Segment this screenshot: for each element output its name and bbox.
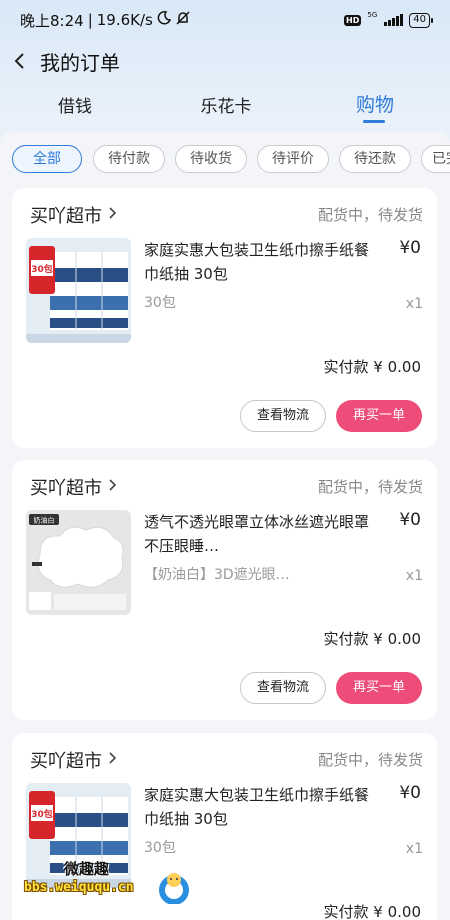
shop-name: 买吖超市 [30, 478, 102, 499]
chevron-right-icon [108, 479, 117, 495]
thumb-label: 30包 [31, 808, 53, 820]
status-right: HD 5G 40 [344, 10, 433, 28]
product-price: ¥0 [399, 510, 421, 530]
status-bar: 晚上8:24 | 19.6K/s HD 5G 40 [0, 0, 450, 40]
filter-pending-review[interactable]: 待评价 [257, 145, 329, 173]
order-status: 配货中，待发货 [317, 478, 423, 496]
shop-name: 买吖超市 [30, 751, 102, 772]
product-image[interactable]: 30包 [26, 238, 131, 343]
filter-completed[interactable]: 已完 [421, 145, 450, 173]
product-quantity: x1 [405, 568, 423, 584]
watermark: 微趣趣 bbs.weiququ.cn [16, 856, 196, 906]
signal-icon [384, 14, 404, 26]
battery-icon: 40 [409, 12, 433, 28]
paid-amount: 实付款 ¥ 0.00 [323, 630, 421, 648]
view-logistics-button[interactable]: 查看物流 [240, 400, 326, 432]
watermark-url: bbs.weiququ.cn [24, 880, 134, 895]
filter-pending-receipt[interactable]: 待收货 [175, 145, 247, 173]
tab-shopping[interactable]: 购物 [352, 90, 398, 117]
shop-link[interactable]: 买吖超市 [30, 747, 117, 773]
product-quantity: x1 [405, 296, 423, 312]
network-label: 5G [367, 10, 378, 19]
active-tab-indicator [363, 120, 385, 123]
shop-link[interactable]: 买吖超市 [30, 202, 117, 228]
tab-lehua-card[interactable]: 乐花卡 [196, 92, 256, 117]
status-separator: | [87, 11, 93, 29]
thumb-label: 奶油白 [34, 516, 55, 525]
product-spec: 30包 [144, 295, 176, 311]
filter-all[interactable]: 全部 [12, 145, 82, 173]
hd-badge: HD [344, 14, 362, 26]
chevron-right-icon [108, 752, 117, 768]
chevron-right-icon [108, 207, 117, 223]
filter-row: 全部 待付款 待收货 待评价 待还款 已完 [0, 145, 450, 173]
buy-again-button[interactable]: 再买一单 [336, 672, 422, 704]
order-status: 配货中，待发货 [317, 751, 423, 769]
page-title: 我的订单 [40, 50, 120, 75]
shop-link[interactable]: 买吖超市 [30, 474, 117, 500]
product-price: ¥0 [399, 783, 421, 803]
product-spec: 30包 [144, 840, 176, 856]
tissue-pack-image: 30包 [26, 238, 131, 343]
product-image[interactable]: 奶油白 [26, 510, 131, 615]
view-logistics-button[interactable]: 查看物流 [240, 672, 326, 704]
paid-amount: 实付款 ¥ 0.00 [323, 903, 421, 920]
eye-mask-image: 奶油白 [26, 510, 131, 615]
buy-again-button[interactable]: 再买一单 [336, 400, 422, 432]
shop-name: 买吖超市 [30, 206, 102, 227]
tab-borrow[interactable]: 借钱 [55, 92, 95, 117]
order-card: 买吖超市 配货中，待发货 30包 家庭实惠大包装卫生纸巾擦手纸餐巾纸抽 30包 … [12, 188, 437, 448]
paid-amount: 实付款 ¥ 0.00 [323, 358, 421, 376]
product-spec: 【奶油白】3D遮光眼… [144, 567, 290, 583]
nav-bar: 我的订单 [0, 42, 450, 80]
thumb-label: 30包 [31, 263, 53, 275]
filter-pending-repayment[interactable]: 待还款 [339, 145, 411, 173]
swim-ring-icon [159, 873, 189, 904]
status-time: 晚上8:24 [20, 11, 84, 30]
status-left: 晚上8:24 | 19.6K/s [20, 10, 191, 31]
moon-icon [157, 11, 171, 29]
chevron-left-icon [14, 53, 24, 69]
filter-pending-payment[interactable]: 待付款 [93, 145, 165, 173]
mute-icon [175, 10, 191, 30]
back-button[interactable] [14, 46, 36, 76]
order-card: 买吖超市 配货中，待发货 奶油白 透气不透光眼罩立体冰丝遮光眼罩 不压眼睡… ¥… [12, 460, 437, 720]
product-quantity: x1 [405, 841, 423, 857]
product-title[interactable]: 透气不透光眼罩立体冰丝遮光眼罩 不压眼睡… [144, 510, 374, 558]
product-title[interactable]: 家庭实惠大包装卫生纸巾擦手纸餐巾纸抽 30包 [144, 238, 374, 286]
status-speed: 19.6K/s [96, 11, 153, 29]
product-price: ¥0 [399, 238, 421, 258]
watermark-title: 微趣趣 [64, 860, 110, 878]
product-title[interactable]: 家庭实惠大包装卫生纸巾擦手纸餐巾纸抽 30包 [144, 783, 374, 831]
order-status: 配货中，待发货 [317, 206, 423, 224]
